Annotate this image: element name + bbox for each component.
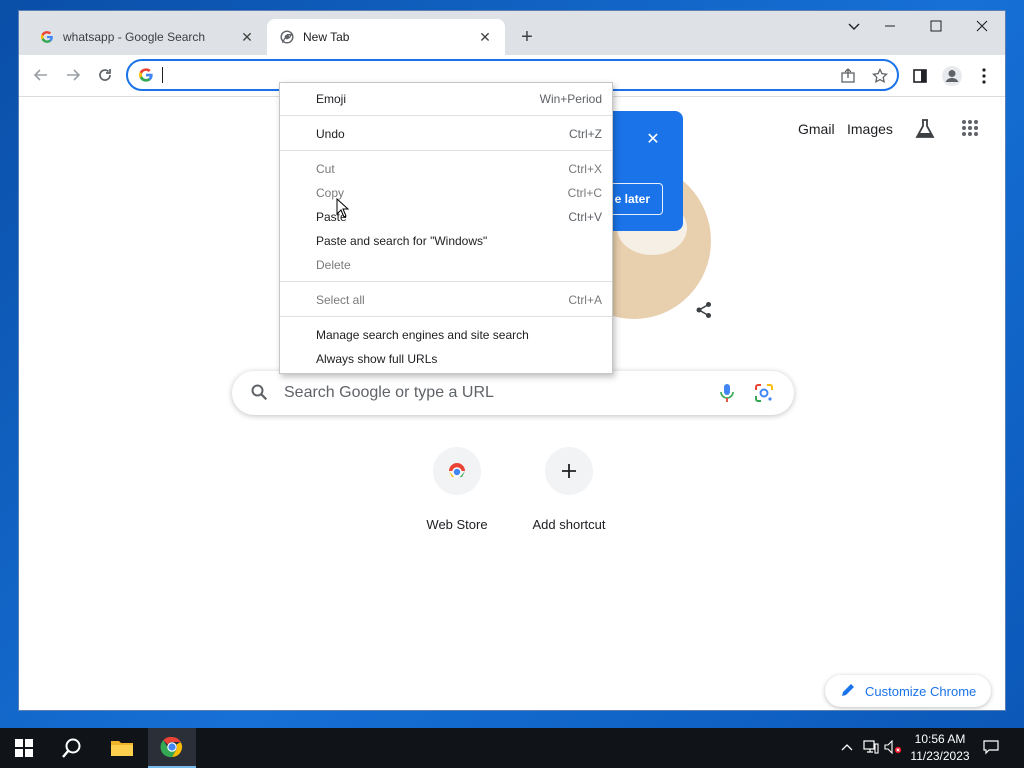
windows-taskbar: 10:56 AM 11/23/2023 xyxy=(0,728,1024,768)
customize-label: Customize Chrome xyxy=(865,683,977,699)
close-window-button[interactable] xyxy=(959,11,1005,41)
network-icon[interactable] xyxy=(862,738,880,756)
share-page-icon[interactable] xyxy=(838,66,858,86)
google-g-icon xyxy=(39,29,55,45)
menu-separator xyxy=(280,150,612,151)
search-input[interactable] xyxy=(284,381,684,405)
images-link[interactable]: Images xyxy=(847,121,893,137)
menu-item-shortcut: Win+Period xyxy=(539,92,602,106)
menu-item-undo[interactable]: Undo Ctrl+Z xyxy=(280,123,612,145)
gmail-link[interactable]: Gmail xyxy=(798,121,835,137)
close-tab-icon[interactable]: ✕ xyxy=(477,29,493,45)
google-g-icon xyxy=(138,67,154,83)
menu-item-label: Emoji xyxy=(316,92,347,106)
notifications-icon[interactable] xyxy=(982,738,1000,756)
promo-close-icon[interactable]: ✕ xyxy=(643,129,663,149)
clock-date: 11/23/2023 xyxy=(910,749,970,763)
search-icon[interactable] xyxy=(48,728,96,768)
profile-avatar-icon[interactable] xyxy=(941,65,963,87)
text-caret xyxy=(162,67,163,83)
menu-separator xyxy=(280,115,612,116)
chrome-menu-icon[interactable] xyxy=(973,65,995,87)
windows-start-icon[interactable] xyxy=(0,728,48,768)
search-icon xyxy=(250,383,270,403)
taskbar-clock[interactable]: 10:56 AM 11/23/2023 xyxy=(906,731,974,765)
chevron-up-icon[interactable] xyxy=(838,738,856,756)
menu-item-paste[interactable]: Paste Ctrl+V xyxy=(280,206,612,228)
minimize-button[interactable] xyxy=(867,11,913,41)
customize-chrome-button[interactable]: Customize Chrome xyxy=(825,675,991,707)
tab-strip: whatsapp - Google Search ✕ New Tab ✕ + xyxy=(19,11,1005,55)
maximize-button[interactable] xyxy=(913,11,959,41)
menu-separator xyxy=(280,316,612,317)
menu-item-label: Manage search engines and site search xyxy=(316,328,529,342)
side-panel-icon[interactable] xyxy=(909,65,931,87)
google-apps-icon[interactable] xyxy=(961,119,981,139)
clock-time: 10:56 AM xyxy=(914,732,966,746)
menu-item-label: Paste and search for "Windows" xyxy=(316,234,488,248)
menu-item-copy[interactable]: Copy Ctrl+C xyxy=(280,182,612,204)
menu-item-shortcut: Ctrl+C xyxy=(567,186,602,200)
close-tab-icon[interactable]: ✕ xyxy=(239,29,255,45)
menu-item-shortcut: Ctrl+X xyxy=(568,162,602,176)
chrome-webstore-icon xyxy=(433,447,481,495)
forward-button[interactable] xyxy=(59,61,87,89)
pencil-icon xyxy=(841,683,857,699)
menu-separator xyxy=(280,281,612,282)
shortcut-add[interactable]: Add shortcut xyxy=(513,447,625,537)
menu-item-delete[interactable]: Delete xyxy=(280,254,612,276)
ntp-search-box[interactable] xyxy=(232,371,794,415)
tab-title: whatsapp - Google Search xyxy=(63,30,206,44)
menu-item-cut[interactable]: Cut Ctrl+X xyxy=(280,158,612,180)
menu-item-paste-and-search[interactable]: Paste and search for "Windows" xyxy=(280,230,612,252)
tab-title: New Tab xyxy=(303,30,350,44)
tab-whatsapp-search[interactable]: whatsapp - Google Search ✕ xyxy=(27,19,267,55)
voice-search-mic-icon[interactable] xyxy=(718,383,738,403)
menu-item-shortcut: Ctrl+A xyxy=(568,293,602,307)
shortcut-web-store[interactable]: Web Store xyxy=(401,447,513,537)
menu-item-select-all[interactable]: Select all Ctrl+A xyxy=(280,289,612,311)
menu-item-shortcut: Ctrl+V xyxy=(568,210,602,224)
labs-flask-icon[interactable] xyxy=(913,117,937,141)
menu-item-always-show-full-urls[interactable]: Always show full URLs xyxy=(280,348,612,370)
google-lens-icon[interactable] xyxy=(754,383,774,403)
menu-item-emoji[interactable]: Emoji Win+Period xyxy=(280,88,612,110)
tab-new-tab[interactable]: New Tab ✕ xyxy=(267,19,505,55)
bookmark-star-icon[interactable] xyxy=(870,66,890,86)
volume-muted-icon[interactable] xyxy=(884,738,902,756)
menu-item-manage-search-engines[interactable]: Manage search engines and site search xyxy=(280,324,612,346)
menu-item-label: Delete xyxy=(316,258,351,272)
menu-item-shortcut: Ctrl+Z xyxy=(569,127,602,141)
chrome-icon[interactable] xyxy=(148,728,196,768)
menu-item-label: Always show full URLs xyxy=(316,352,438,366)
menu-item-label: Select all xyxy=(316,293,365,307)
reload-button[interactable] xyxy=(91,61,119,89)
promo-maybe-later-button[interactable]: e later xyxy=(605,183,663,215)
context-menu: Emoji Win+Period Undo Ctrl+Z Cut Ctrl+X … xyxy=(279,82,613,374)
mouse-cursor-icon xyxy=(336,197,350,218)
shortcut-label: Web Store xyxy=(426,517,488,532)
new-tab-button[interactable]: + xyxy=(515,25,539,49)
doodle-share-icon[interactable] xyxy=(695,301,715,321)
file-explorer-icon[interactable] xyxy=(98,728,146,768)
plus-icon xyxy=(545,447,593,495)
menu-item-label: Undo xyxy=(316,127,345,141)
menu-item-label: Cut xyxy=(316,162,335,176)
back-button[interactable] xyxy=(27,61,55,89)
shortcut-label: Add shortcut xyxy=(532,517,606,532)
chrome-icon xyxy=(279,29,295,45)
